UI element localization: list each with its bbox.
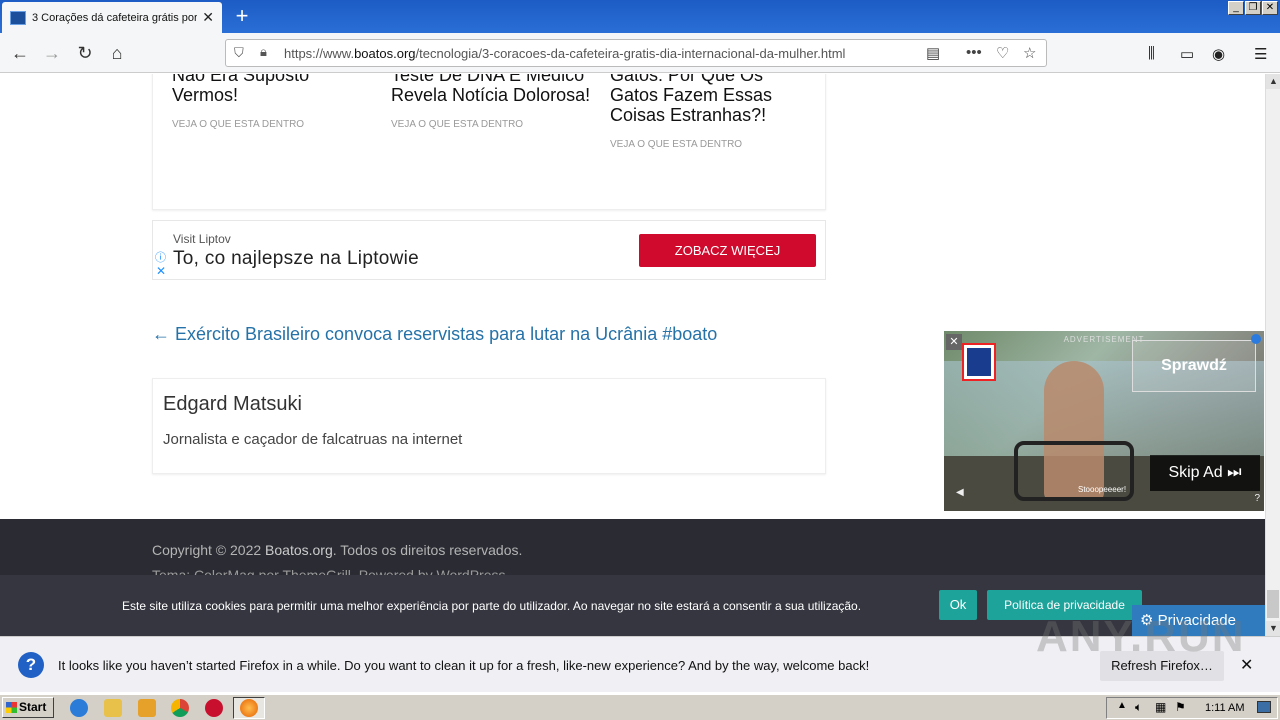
related-posts-widget: Não Era Suposto Vermos! VEJA O QUE ESTA …: [152, 74, 826, 210]
system-tray: ▲ 🔈︎ ▦ ⚑ 1:11 AM: [1106, 697, 1278, 719]
skip-ad-button[interactable]: Skip Ad ⏭: [1150, 455, 1260, 491]
media-player-icon[interactable]: [138, 699, 156, 717]
aldi-logo: [962, 343, 996, 381]
tray-expand-icon[interactable]: ▲: [1117, 700, 1127, 711]
scroll-thumb[interactable]: [1267, 590, 1279, 618]
copyright-text: Copyright © 2022 Boatos.org. Todos os di…: [152, 542, 523, 558]
close-tab-icon[interactable]: ✕: [202, 9, 214, 26]
more-icon[interactable]: •••: [966, 44, 982, 61]
cookie-text: Este site utiliza cookies para permitir …: [122, 599, 862, 613]
tab-active[interactable]: 3 Corações dá cafeteira grátis por ✕: [2, 2, 222, 33]
related-post-3[interactable]: Gatos: Por Que Os Gatos Fazem Essas Cois…: [610, 74, 810, 150]
related-post-1[interactable]: Não Era Suposto Vermos! VEJA O QUE ESTA …: [172, 74, 372, 130]
author-bio: Jornalista e caçador de falcatruas na in…: [163, 431, 463, 448]
library-icon[interactable]: ⫼: [1148, 45, 1155, 62]
previous-post-link[interactable]: ← Exército Brasileiro convoca reservista…: [152, 324, 717, 345]
flag-icon[interactable]: ⚑: [1175, 700, 1186, 714]
related-post-2[interactable]: Teste De DNA E Médico Revela Notícia Dol…: [391, 74, 591, 130]
anyrun-watermark: ANY.RUN: [1036, 612, 1246, 661]
explorer-icon[interactable]: [104, 699, 122, 717]
forward-icon[interactable]: →: [38, 39, 66, 67]
video-caption: Stooopeeeer!: [1078, 485, 1127, 494]
home-icon[interactable]: ⌂: [103, 39, 131, 67]
back-icon[interactable]: ←: [6, 39, 34, 67]
ad-sponsor: Visit Liptov: [173, 232, 231, 246]
video-ad-cta-button[interactable]: Sprawdź: [1132, 340, 1256, 392]
show-desktop-icon[interactable]: [1257, 701, 1271, 713]
cookie-ok-button[interactable]: Ok: [939, 590, 977, 620]
related-post-title[interactable]: Gatos: Por Que Os Gatos Fazem Essas Cois…: [610, 74, 810, 125]
ad-close-icon[interactable]: ✕: [156, 264, 166, 278]
ad-banner[interactable]: Visit Liptov To, co najlepsze na Liptowi…: [152, 220, 826, 280]
page-content: Não Era Suposto Vermos! VEJA O QUE ESTA …: [0, 74, 1265, 636]
scroll-up-arrow-icon[interactable]: ▲: [1266, 74, 1280, 89]
volume-icon[interactable]: 🔈︎: [1135, 700, 1142, 715]
scroll-down-arrow-icon[interactable]: ▼: [1266, 621, 1280, 636]
author-name: Edgard Matsuki: [163, 393, 302, 415]
minimize-button[interactable]: _: [1228, 1, 1244, 15]
account-icon[interactable]: ◉: [1212, 45, 1225, 63]
window-controls: _ ❐ ✕: [1228, 1, 1278, 15]
reload-icon[interactable]: ↻: [71, 39, 99, 67]
tab-title: 3 Corações dá cafeteira grátis por: [32, 11, 197, 24]
mute-icon[interactable]: ◀: [956, 487, 964, 498]
sidebar-icon[interactable]: ▭: [1180, 45, 1194, 63]
chrome-icon[interactable]: [171, 699, 189, 717]
menu-icon[interactable]: ☰: [1254, 45, 1267, 63]
site-favicon-icon: [10, 10, 26, 25]
network-icon[interactable]: ▦: [1155, 700, 1166, 714]
related-post-title[interactable]: Teste De DNA E Médico Revela Notícia Dol…: [391, 74, 591, 105]
pocket-icon[interactable]: ♡: [996, 44, 1009, 62]
url-text[interactable]: https://www.boatos.org/tecnologia/3-cora…: [284, 46, 845, 61]
url-bar[interactable]: ⛉ 🔒︎ https://www.boatos.org/tecnologia/3…: [225, 39, 1047, 67]
clock[interactable]: 1:11 AM: [1205, 702, 1245, 714]
bookmark-star-icon[interactable]: ☆: [1023, 44, 1036, 62]
start-button[interactable]: Start: [2, 697, 54, 718]
notification-text: It looks like you haven’t started Firefo…: [58, 658, 870, 673]
related-post-title[interactable]: Não Era Suposto Vermos!: [172, 74, 372, 105]
firefox-taskbar-button[interactable]: [233, 697, 265, 719]
related-post-cta[interactable]: VEJA O QUE ESTA DENTRO: [172, 119, 372, 130]
footer-site-link[interactable]: Boatos.org: [265, 542, 333, 558]
related-post-cta[interactable]: VEJA O QUE ESTA DENTRO: [610, 139, 810, 150]
close-window-button[interactable]: ✕: [1262, 1, 1278, 15]
reader-icon[interactable]: ▤: [926, 44, 940, 62]
related-post-cta[interactable]: VEJA O QUE ESTA DENTRO: [391, 119, 591, 130]
ad-cta-button[interactable]: ZOBACZ WIĘCEJ: [639, 234, 816, 267]
ad-headline[interactable]: To, co najlepsze na Liptowie: [173, 248, 419, 270]
firefox-icon: [240, 699, 258, 717]
restore-button[interactable]: ❐: [1245, 1, 1261, 15]
new-tab-button[interactable]: +: [230, 3, 254, 29]
tab-strip: 3 Corações dá cafeteira grátis por ✕ + _…: [0, 0, 1280, 33]
help-icon[interactable]: ?: [1254, 493, 1260, 504]
video-ad[interactable]: ADVERTISEMENT ✕ Sprawdź Skip Ad ⏭ Stooop…: [944, 331, 1264, 511]
video-ad-close-icon[interactable]: ✕: [946, 334, 962, 350]
opera-icon[interactable]: [205, 699, 223, 717]
author-box: Edgard Matsuki Jornalista e caçador de f…: [152, 378, 826, 474]
ie-icon[interactable]: [70, 699, 88, 717]
ad-info-icon[interactable]: ⓘ: [155, 249, 166, 265]
navigation-toolbar: ← → ↻ ⌂ ⛉ 🔒︎ https://www.boatos.org/tecn…: [0, 33, 1280, 73]
taskbar: Start ▲ 🔈︎ ▦ ⚑ 1:11 AM: [0, 694, 1280, 720]
url-domain: boatos.org: [354, 46, 416, 61]
ad-choices-icon[interactable]: [1251, 334, 1261, 344]
scrollbar[interactable]: ▲ ▼: [1265, 74, 1280, 636]
shield-icon[interactable]: ⛉: [234, 45, 244, 61]
question-icon: ?: [18, 652, 44, 678]
lock-icon[interactable]: 🔒︎: [260, 44, 267, 60]
